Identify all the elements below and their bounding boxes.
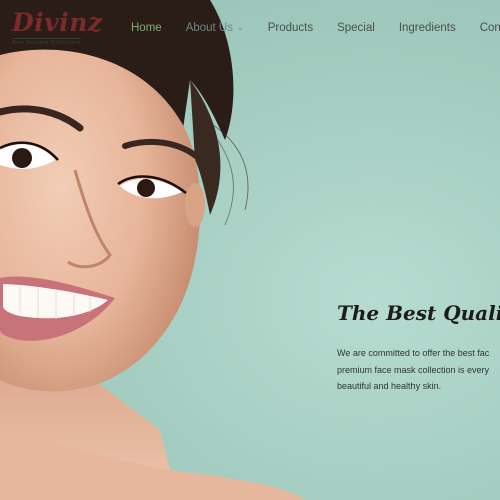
nav-item-label: Ingredients	[398, 22, 456, 34]
nav-item-home[interactable]: Home	[131, 22, 162, 34]
chevron-down-icon: ⌄	[237, 23, 244, 32]
hero-description-line: beautiful and healthy skin.	[337, 381, 442, 391]
nav-item-label: Home	[131, 22, 162, 34]
nav-item-label: Contac	[479, 22, 500, 34]
hero-description-line: We are committed to offer the best fac	[337, 348, 490, 358]
main-nav: Home About Us ⌄ Products Special Ingredi…	[131, 22, 500, 34]
hero-description: We are committed to offer the best fac p…	[337, 345, 500, 395]
nav-item-products[interactable]: Products	[268, 22, 313, 34]
hero-description-line: premium face mask collection is every	[337, 364, 490, 375]
hero-banner: Divinz New Zealand Collection Home About…	[0, 0, 500, 500]
nav-item-contact[interactable]: Contac	[480, 22, 500, 34]
nav-item-label: Products	[267, 22, 314, 34]
nav-item-about-us[interactable]: About Us ⌄	[186, 22, 244, 34]
nav-item-ingredients[interactable]: Ingredients	[399, 22, 456, 34]
brand-tagline: New Zealand Collection	[12, 38, 82, 46]
brand-name: Divinz	[12, 8, 103, 37]
nav-item-label: Special	[337, 22, 375, 34]
nav-item-label: About Us	[185, 22, 233, 34]
nav-item-special[interactable]: Special	[337, 22, 375, 34]
hero-portrait-image	[0, 0, 305, 500]
hero-headline: The Best Quality	[337, 301, 500, 325]
brand-logo[interactable]: Divinz New Zealand Collection	[10, 8, 102, 46]
